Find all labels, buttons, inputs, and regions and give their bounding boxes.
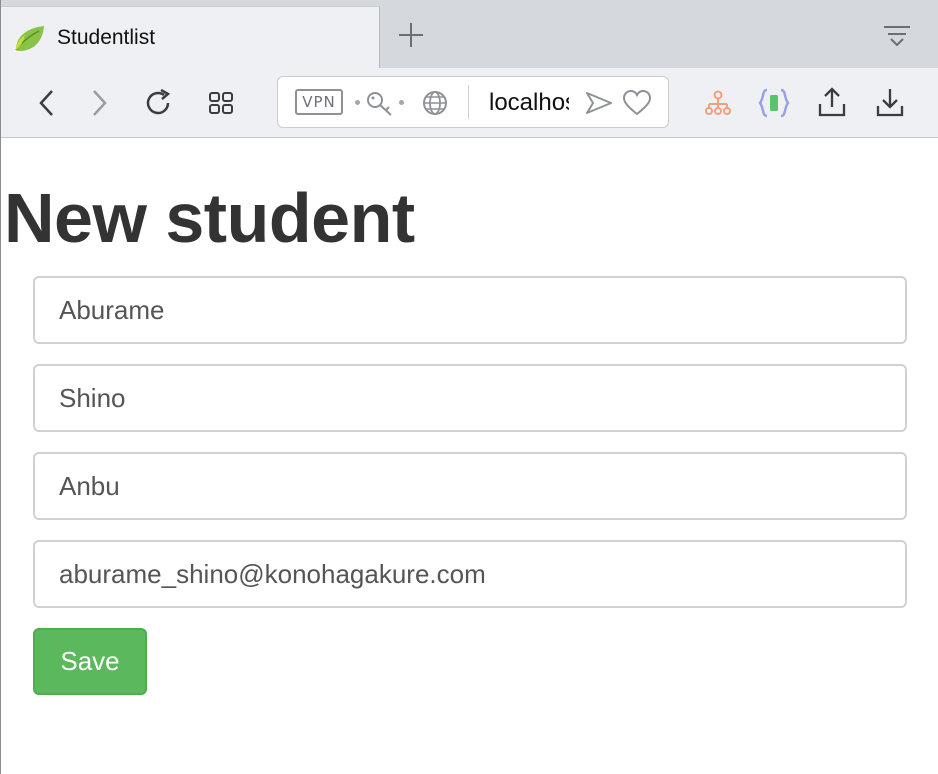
tab-bar: Studentlist: [1, 0, 938, 68]
tab-title: Studentlist: [57, 26, 156, 49]
firstname-field[interactable]: [33, 364, 907, 432]
sitemap-extension-icon[interactable]: [701, 86, 735, 120]
tab-studentlist[interactable]: Studentlist: [1, 6, 380, 68]
forward-arrow-icon[interactable]: [81, 86, 115, 120]
speed-dial-grid-icon[interactable]: [205, 86, 239, 120]
separator-dot: [399, 100, 404, 105]
vpn-badge[interactable]: VPN: [295, 89, 343, 115]
spring-leaf-icon: [15, 26, 44, 51]
tab-menu-icon[interactable]: [881, 22, 913, 50]
new-tab-plus-icon[interactable]: [396, 20, 426, 50]
send-arrow-icon[interactable]: [584, 89, 614, 117]
key-icon[interactable]: [365, 89, 395, 117]
json-braces-extension-icon[interactable]: [757, 86, 791, 120]
toolbar: VPN localhost: [1, 68, 938, 138]
share-upload-icon[interactable]: [815, 86, 849, 120]
url-divider: [468, 85, 469, 119]
globe-icon[interactable]: [420, 89, 450, 117]
browser-window: Studentlist VPN localho New student Abur…: [0, 0, 938, 774]
url-text[interactable]: localhost: [489, 89, 569, 119]
page-title: New student: [4, 179, 415, 257]
back-arrow-icon[interactable]: [31, 86, 65, 120]
lastname-field[interactable]: [33, 276, 907, 344]
reload-icon[interactable]: [141, 86, 175, 120]
department-field[interactable]: [33, 452, 907, 520]
email-field[interactable]: [33, 540, 907, 608]
separator-dot: [355, 100, 360, 105]
heart-bookmark-icon[interactable]: [622, 89, 652, 117]
download-icon[interactable]: [873, 86, 907, 120]
address-bar[interactable]: VPN localhost: [277, 76, 669, 128]
save-button[interactable]: Save: [33, 628, 147, 695]
